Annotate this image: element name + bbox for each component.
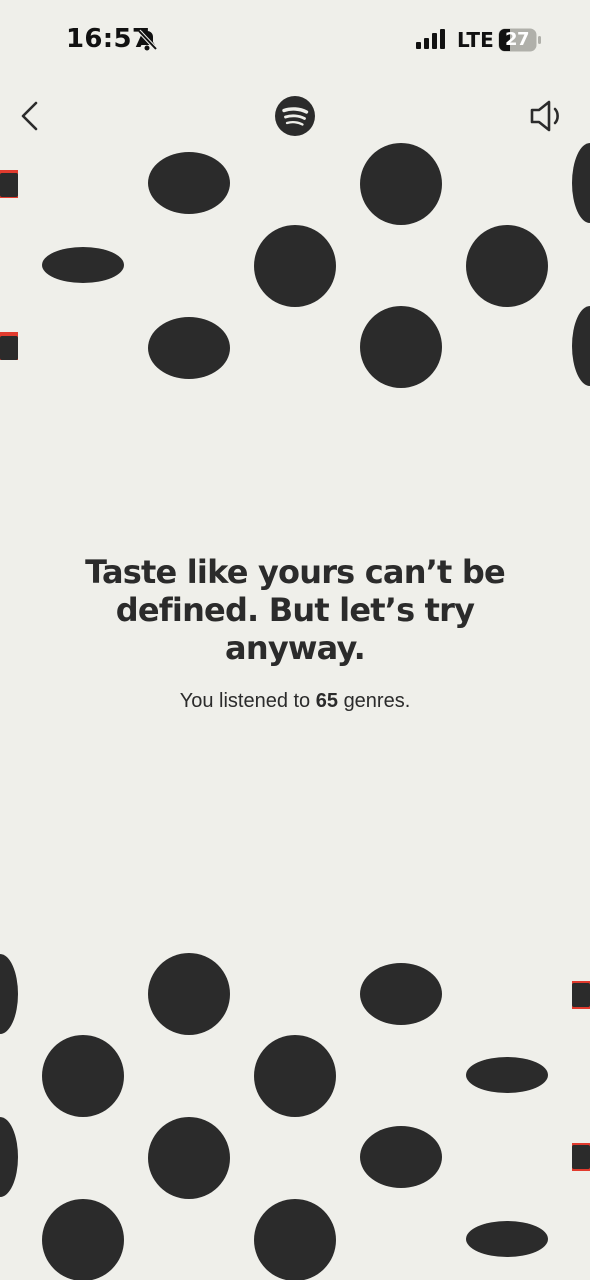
subtitle-suffix: genres. — [343, 690, 411, 712]
speaker-icon — [530, 100, 559, 132]
spotify-logo — [274, 95, 316, 137]
battery-level: 27 — [505, 29, 530, 50]
sound-toggle-button[interactable] — [522, 92, 570, 140]
top-nav — [0, 92, 590, 144]
battery-icon: 27 — [498, 28, 542, 52]
headline-line-3: anyway. — [225, 629, 366, 667]
headline-line-2: defined. But let’s try — [115, 591, 475, 629]
genre-count: 65 — [315, 690, 338, 712]
network-type: LTE — [457, 28, 494, 52]
subtitle-prefix: You listened to — [179, 690, 311, 712]
bell-slash-icon — [137, 29, 158, 51]
headline-block: Taste like yours can’t be defined. But l… — [20, 553, 570, 713]
chevron-left-icon — [21, 101, 38, 131]
headline-line-1: Taste like yours can’t be — [85, 553, 506, 591]
headline: Taste like yours can’t be defined. But l… — [20, 553, 570, 667]
signal-bars-icon — [416, 29, 445, 49]
back-button[interactable] — [10, 92, 50, 140]
genre-summary: You listened to 65 genres. — [20, 689, 570, 713]
status-bar: 16:57 LTE 27 — [0, 0, 590, 80]
